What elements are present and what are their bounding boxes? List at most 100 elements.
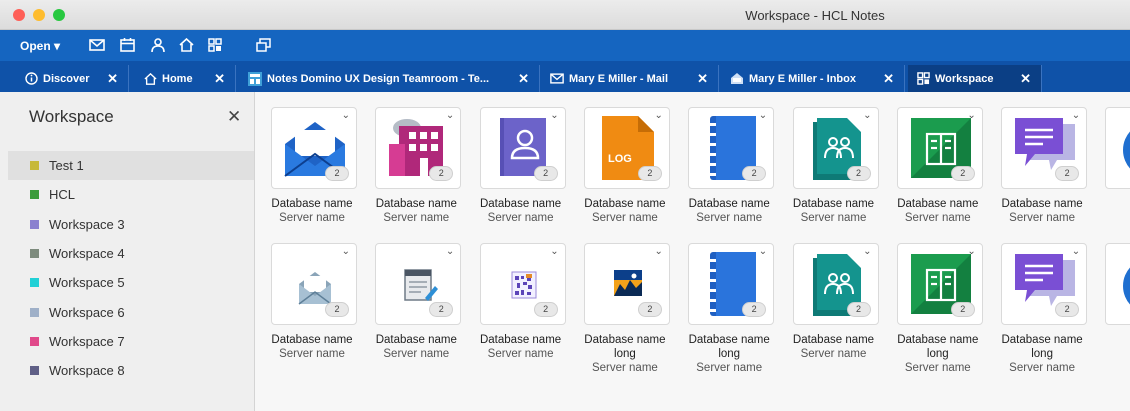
tab-home[interactable]: Home ✕ (135, 65, 236, 92)
database-card[interactable]: ⌄ 2 (896, 243, 983, 325)
chevron-down-icon[interactable]: ⌄ (342, 110, 350, 121)
tab-mail[interactable]: Mary E Miller - Mail ✕ (542, 65, 719, 92)
server-name: Server name (696, 212, 763, 224)
database-card[interactable]: ⌄ 2 (896, 107, 983, 189)
title-bar: Workspace - HCL Notes (0, 0, 1130, 30)
sidebar-item[interactable]: Workspace 6 (8, 298, 254, 327)
database-card[interactable]: LOG ⌄ 2 (583, 107, 670, 189)
tab-workspace[interactable]: Workspace ✕ (908, 65, 1042, 92)
chevron-down-icon[interactable]: ⌄ (759, 110, 767, 121)
close-tab-icon[interactable]: ✕ (518, 71, 529, 87)
database-tile[interactable]: ⌄ 2 Database name Server name (886, 92, 990, 228)
database-tile[interactable]: ⌄ 2 Database name Server name (782, 92, 886, 228)
database-tile[interactable]: ⌄ 2 Database name Server name (260, 228, 364, 364)
server-name: Server name (904, 212, 971, 224)
count-badge: 2 (429, 302, 454, 317)
sidebar-item[interactable]: Workspace 7 (8, 327, 254, 356)
sidebar-item[interactable]: Workspace 5 (8, 268, 254, 297)
database-tile[interactable]: ⌄ 2 Database name Server name (469, 92, 573, 228)
database-tile[interactable]: ⌄ 2 Database name Server name (364, 92, 468, 228)
chevron-down-icon[interactable]: ⌄ (550, 110, 558, 121)
close-tab-icon[interactable]: ✕ (107, 71, 118, 87)
close-tab-icon[interactable]: ✕ (883, 71, 894, 87)
database-card[interactable]: ⌄ 2 (1001, 107, 1088, 189)
close-tab-icon[interactable]: ✕ (1020, 71, 1031, 87)
database-card[interactable]: ⌄ 2 (271, 107, 357, 189)
chevron-down-icon[interactable]: ⌄ (446, 110, 454, 121)
chevron-down-icon[interactable]: ⌄ (1072, 110, 1080, 121)
database-tile[interactable]: LOG ⌄ 2 Database name Server name (573, 92, 677, 228)
database-tile[interactable]: ⌄ 2 Database name long Server name (886, 228, 990, 374)
count-badge: 2 (846, 302, 871, 317)
database-card[interactable]: ⌄ 2 (375, 107, 462, 189)
sidebar-item[interactable]: Workspace 4 (8, 239, 254, 268)
database-card[interactable]: ⌄ 2 (479, 107, 566, 189)
chevron-down-icon[interactable]: ⌄ (1072, 246, 1080, 257)
database-label: Database name Server name (677, 197, 781, 225)
sidebar-item-label: HCL (49, 187, 76, 203)
database-card[interactable]: ⌄ (1105, 107, 1130, 189)
database-tile[interactable]: ⌄ 2 Database name long Server name (990, 228, 1094, 374)
server-name: Server name (487, 348, 554, 360)
chevron-down-icon[interactable]: ⌄ (759, 246, 767, 257)
database-tile[interactable]: ⌄ DataSer (1094, 92, 1130, 228)
windows-icon[interactable] (252, 35, 274, 55)
count-badge: 2 (429, 166, 454, 181)
sidebar-item[interactable]: Workspace 8 (8, 356, 254, 385)
chevron-down-icon[interactable]: ⌄ (967, 246, 975, 257)
database-card[interactable]: ⌄ 2 (479, 243, 566, 325)
chevron-down-icon[interactable]: ⌄ (655, 110, 663, 121)
close-tab-icon[interactable]: ✕ (697, 71, 708, 87)
chevron-down-icon[interactable]: ⌄ (863, 110, 871, 121)
database-tile[interactable]: ⌄ 2 Database name long Server name (573, 228, 677, 374)
close-icon[interactable]: ✕ (227, 107, 241, 127)
tab-label: Workspace (935, 72, 994, 85)
sidebar-item[interactable]: Workspace 3 (8, 210, 254, 239)
server-name: Server name (279, 348, 345, 360)
calendar-icon[interactable] (116, 35, 138, 55)
sidebar-item-label: Workspace 4 (49, 245, 125, 261)
database-card[interactable]: ⌄ 2 (688, 243, 775, 325)
database-tile[interactable]: ⌄ 2 Database name Server name (990, 92, 1094, 228)
database-card[interactable]: ⌄ 2 (792, 243, 879, 325)
chevron-down-icon[interactable]: ⌄ (655, 246, 663, 257)
database-tile[interactable]: ⌄ 2 Database name Server name (469, 228, 573, 364)
database-card[interactable]: ⌄ 2 (375, 243, 462, 325)
workspace-icon[interactable] (204, 35, 226, 55)
database-tile[interactable]: ⌄ 2 Database name Server name (782, 228, 886, 364)
database-tile[interactable]: ⌄ 2 Database name long Server name (677, 228, 781, 374)
database-tile[interactable]: ⌄ DataSer (1094, 228, 1130, 364)
home-icon[interactable] (175, 35, 197, 55)
chevron-down-icon[interactable]: ⌄ (342, 246, 350, 257)
open-menu-button[interactable]: Open ▾ (20, 39, 60, 53)
database-card[interactable]: ⌄ 2 (792, 107, 879, 189)
mail-icon[interactable] (86, 35, 108, 55)
chevron-down-icon[interactable]: ⌄ (446, 246, 454, 257)
database-tile[interactable]: ⌄ 2 Database name Server name (364, 228, 468, 364)
database-card[interactable]: ⌄ 2 (1001, 243, 1088, 325)
database-card[interactable]: ⌄ 2 (271, 243, 357, 325)
tab-label: Mary E Miller - Inbox (749, 72, 856, 85)
sidebar-item[interactable]: HCL (8, 180, 254, 209)
tab-discover[interactable]: Discover ✕ (16, 65, 129, 92)
database-card[interactable]: ⌄ (1105, 243, 1130, 325)
database-card[interactable]: ⌄ 2 (583, 243, 670, 325)
color-swatch (30, 190, 39, 200)
server-name: Ser (1094, 211, 1130, 225)
close-tab-icon[interactable]: ✕ (214, 71, 225, 87)
tab-teamroom[interactable]: Notes Domino UX Design Teamroom - Te... … (240, 65, 540, 92)
chevron-down-icon[interactable]: ⌄ (550, 246, 558, 257)
count-badge: 2 (325, 302, 349, 317)
contacts-icon[interactable] (147, 35, 169, 55)
chevron-down-icon[interactable]: ⌄ (967, 110, 975, 121)
chevron-down-icon[interactable]: ⌄ (863, 246, 871, 257)
database-name: Database name (271, 334, 353, 346)
database-tile[interactable]: ⌄ 2 Database name Server name (677, 92, 781, 228)
database-name: Database name (1001, 198, 1083, 210)
server-name: Server name (591, 362, 658, 374)
tab-inbox[interactable]: Mary E Miller - Inbox ✕ (722, 65, 905, 92)
sidebar-item[interactable]: Test 1 (8, 151, 254, 180)
tab-bar: Discover ✕ Home ✕ Notes Domino UX Design… (0, 61, 1130, 92)
database-card[interactable]: ⌄ 2 (688, 107, 775, 189)
database-tile[interactable]: ⌄ 2 Database name Server name (260, 92, 364, 228)
